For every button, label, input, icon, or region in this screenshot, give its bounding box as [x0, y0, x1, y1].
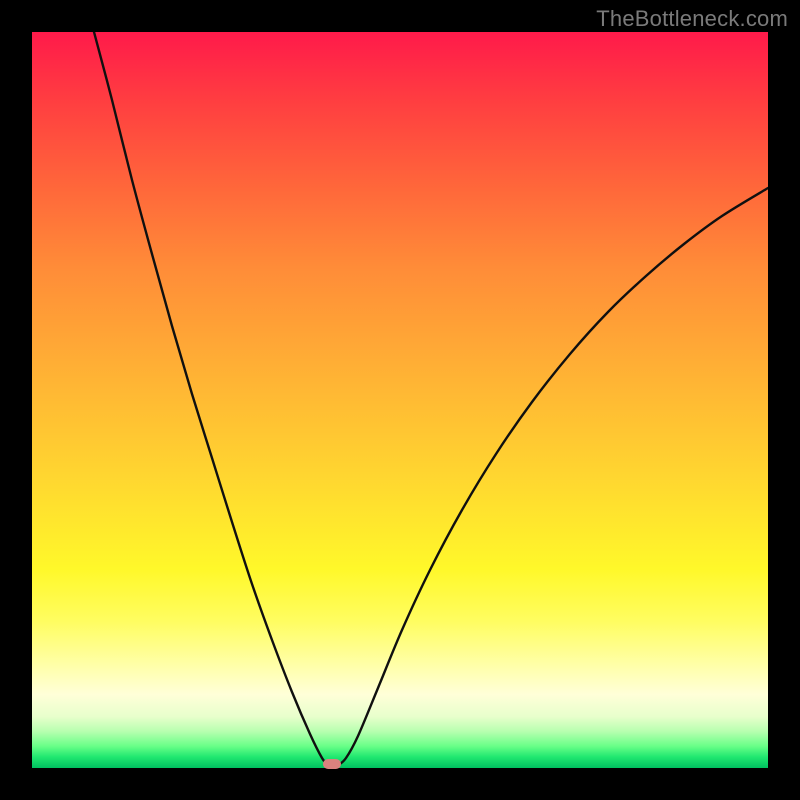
bottleneck-curve — [32, 32, 768, 768]
chart-plot-area — [32, 32, 768, 768]
watermark-text: TheBottleneck.com — [596, 6, 788, 32]
minimum-marker — [323, 759, 341, 769]
